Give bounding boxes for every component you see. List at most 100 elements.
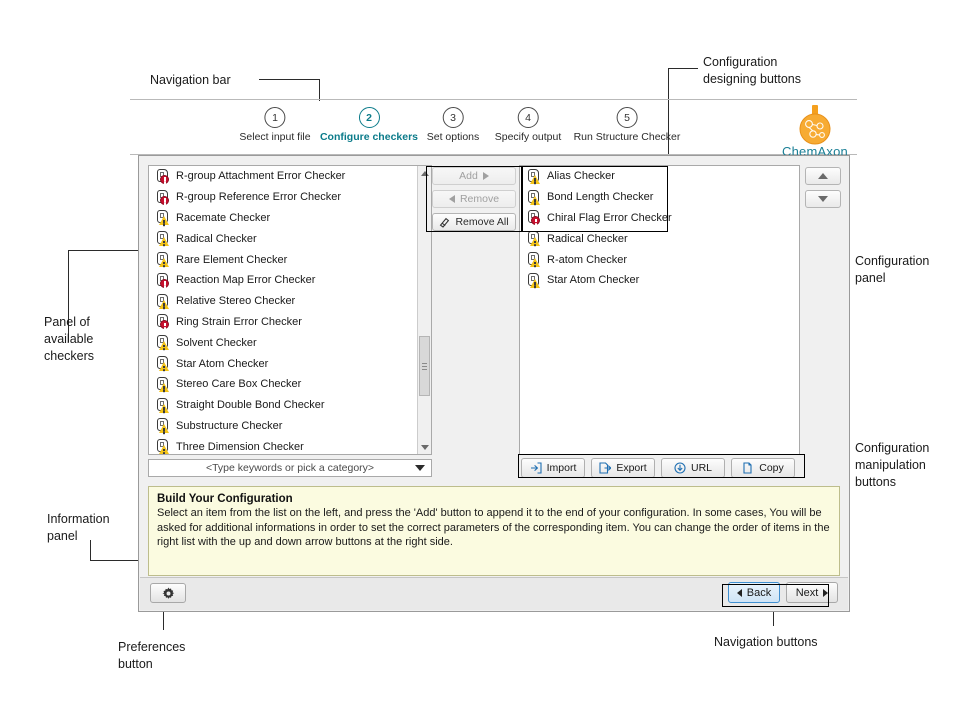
- annotation-panel-of-available-checkers: Panel of available checkers: [44, 314, 94, 365]
- configuration-item-label: Star Atom Checker: [547, 274, 639, 286]
- available-checker-item[interactable]: Relative Stereo Checker: [149, 291, 431, 312]
- wizard-step-4-label: Specify output: [495, 131, 562, 143]
- available-checker-item[interactable]: Rare Element Checker: [149, 249, 431, 270]
- wizard-step-1-label: Select input file: [239, 131, 310, 143]
- nav-rule-top: [130, 99, 857, 100]
- available-checker-item[interactable]: Radical Checker: [149, 228, 431, 249]
- information-panel-title: Build Your Configuration: [157, 493, 831, 505]
- checker-error-icon: [156, 314, 170, 329]
- available-checker-item[interactable]: Substructure Checker: [149, 416, 431, 437]
- checker-warning-icon: [527, 231, 541, 246]
- available-checker-item-label: Straight Double Bond Checker: [176, 399, 325, 411]
- leader-navigation-bar-h: [259, 79, 319, 80]
- chemaxon-flask-icon: [793, 104, 837, 146]
- available-checker-item-label: Solvent Checker: [176, 337, 257, 349]
- wizard-step-3-label: Set options: [427, 131, 480, 143]
- available-checker-item-label: Rare Element Checker: [176, 254, 287, 266]
- arrow-down-icon: [818, 196, 828, 202]
- annotation-configuration-panel: Configuration panel: [855, 253, 929, 287]
- configuration-item-label: Radical Checker: [547, 233, 628, 245]
- available-checker-item-label: Reaction Map Error Checker: [176, 274, 315, 286]
- available-checker-item-label: Ring Strain Error Checker: [176, 316, 302, 328]
- information-panel-body: Select an item from the list on the left…: [157, 506, 831, 550]
- annotation-navigation-bar: Navigation bar: [150, 72, 231, 89]
- wizard-step-2-number: 2: [358, 107, 379, 128]
- highlight-navigation-buttons: [722, 584, 829, 607]
- annotation-information-panel: Information panel: [47, 511, 110, 545]
- checker-warning-icon: [156, 418, 170, 433]
- available-checker-item-label: Star Atom Checker: [176, 358, 268, 370]
- available-checker-item-label: Substructure Checker: [176, 420, 282, 432]
- available-checker-item[interactable]: Stereo Care Box Checker: [149, 374, 431, 395]
- checker-warning-icon: [527, 273, 541, 288]
- wizard-step-5[interactable]: 5 Run Structure Checker: [574, 107, 681, 143]
- available-checker-item[interactable]: Reaction Map Error Checker: [149, 270, 431, 291]
- available-checkers-list[interactable]: R-group Attachment Error Checker R-group …: [148, 165, 432, 455]
- annotation-configuration-manipulation-buttons: Configuration manipulation buttons: [855, 440, 929, 491]
- available-checker-item-label: Relative Stereo Checker: [176, 295, 295, 307]
- available-checker-item-label: R-group Reference Error Checker: [176, 191, 341, 203]
- available-checker-item[interactable]: Ring Strain Error Checker: [149, 312, 431, 333]
- scrollbar-thumb[interactable]: [419, 336, 430, 396]
- checker-error-icon: [156, 169, 170, 184]
- wizard-step-3[interactable]: 3 Set options: [427, 107, 480, 143]
- checker-warning-icon: [156, 335, 170, 350]
- move-down-button[interactable]: [805, 190, 841, 208]
- leader-config-designing-h: [668, 68, 698, 69]
- available-checker-item[interactable]: Three Dimension Checker: [149, 436, 431, 455]
- navigation-bar: 1 Select input file 2 Configure checkers…: [130, 99, 857, 155]
- available-checker-item-label: Stereo Care Box Checker: [176, 378, 301, 390]
- checker-error-icon: [156, 190, 170, 205]
- checker-warning-icon: [156, 294, 170, 309]
- available-checker-item-label: Radical Checker: [176, 233, 257, 245]
- scrollbar-grip-icon: [422, 363, 427, 364]
- available-checker-item[interactable]: R-group Reference Error Checker: [149, 187, 431, 208]
- available-checkers-items: R-group Attachment Error Checker R-group …: [149, 166, 431, 455]
- highlight-manipulation-buttons: [518, 454, 805, 478]
- available-checker-item-label: Racemate Checker: [176, 212, 270, 224]
- annotation-preferences-button: Preferences button: [118, 639, 185, 673]
- annotation-config-designing-buttons: Configuration designing buttons: [703, 54, 801, 88]
- checker-warning-icon: [156, 377, 170, 392]
- available-checker-item[interactable]: Straight Double Bond Checker: [149, 395, 431, 416]
- leader-navigation-bar-v: [319, 79, 320, 101]
- checker-warning-icon: [156, 231, 170, 246]
- wizard-step-5-label: Run Structure Checker: [574, 131, 681, 143]
- gear-icon: [162, 587, 175, 600]
- available-checker-item[interactable]: Racemate Checker: [149, 208, 431, 229]
- available-checker-item[interactable]: Star Atom Checker: [149, 353, 431, 374]
- information-panel: Build Your Configuration Select an item …: [148, 486, 840, 576]
- checker-warning-icon: [156, 356, 170, 371]
- wizard-step-4[interactable]: 4 Specify output: [495, 107, 562, 143]
- highlight-configuration-panel-top: [522, 166, 668, 232]
- scroll-down-icon: [421, 445, 429, 450]
- wizard-step-4-number: 4: [517, 107, 538, 128]
- wizard-step-1[interactable]: 1 Select input file: [239, 107, 310, 143]
- wizard-step-3-number: 3: [442, 107, 463, 128]
- configuration-item[interactable]: Star Atom Checker: [520, 270, 799, 291]
- checker-warning-icon: [156, 439, 170, 454]
- available-checker-item[interactable]: R-group Attachment Error Checker: [149, 166, 431, 187]
- configuration-item-label: R-atom Checker: [547, 254, 627, 266]
- checker-warning-icon: [156, 252, 170, 267]
- wizard-step-5-number: 5: [616, 107, 637, 128]
- chevron-down-icon: [415, 465, 425, 471]
- move-up-button[interactable]: [805, 167, 841, 185]
- highlight-config-designing-buttons: [426, 166, 522, 232]
- checker-error-icon: [156, 273, 170, 288]
- checker-filter-placeholder: <Type keywords or pick a category>: [206, 462, 374, 474]
- configuration-order-buttons: [805, 167, 841, 213]
- wizard-step-2[interactable]: 2 Configure checkers: [320, 107, 418, 143]
- preferences-button[interactable]: [150, 583, 186, 603]
- wizard-step-1-number: 1: [265, 107, 286, 128]
- checker-filter-combo[interactable]: <Type keywords or pick a category>: [148, 459, 432, 477]
- chemaxon-logo: ChemAxon: [780, 104, 850, 160]
- annotation-navigation-buttons: Navigation buttons: [714, 634, 818, 651]
- checker-warning-icon: [156, 398, 170, 413]
- scroll-down-button[interactable]: [418, 440, 431, 454]
- available-checker-item-label: R-group Attachment Error Checker: [176, 170, 345, 182]
- available-checker-item[interactable]: Solvent Checker: [149, 332, 431, 353]
- wizard-step-2-label: Configure checkers: [320, 131, 418, 143]
- arrow-up-icon: [818, 173, 828, 179]
- configuration-item[interactable]: R-atom Checker: [520, 249, 799, 270]
